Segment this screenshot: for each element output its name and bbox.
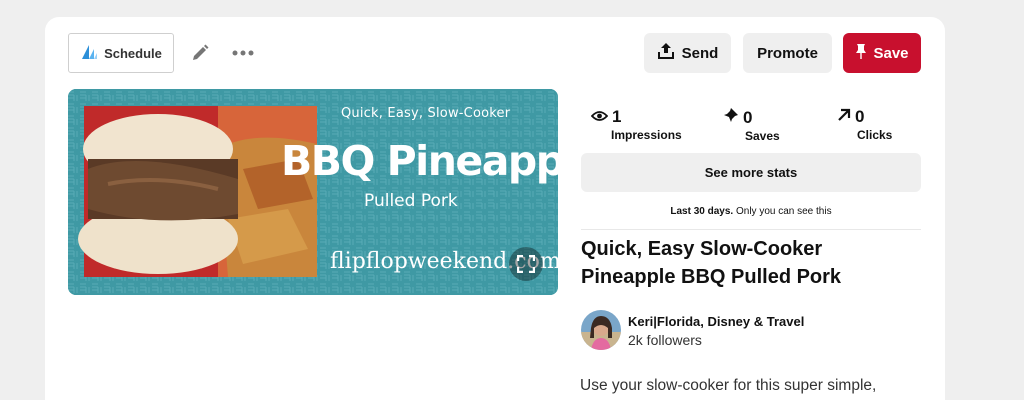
clicks-stat: 0 Clicks: [837, 107, 937, 142]
saves-stat: 0 Saves: [723, 107, 823, 143]
promote-label: Promote: [757, 44, 818, 62]
schedule-label: Schedule: [104, 45, 162, 61]
edit-pencil-icon[interactable]: [188, 41, 212, 65]
user-name[interactable]: Keri|Florida, Disney & Travel: [628, 314, 804, 329]
more-options-icon[interactable]: [229, 41, 257, 65]
divider: [581, 229, 921, 230]
promote-button[interactable]: Promote: [743, 33, 832, 73]
pin-card: Schedule Send Promote Save Quick, Easy, …: [45, 17, 945, 400]
saves-label: Saves: [745, 129, 780, 143]
impressions-label: Impressions: [611, 128, 682, 142]
pushpin-icon: [723, 107, 739, 128]
pin-title: Quick, Easy Slow-Cooker Pineapple BBQ Pu…: [581, 238, 842, 288]
share-upload-icon: [657, 42, 675, 64]
image-tagline: Pulled Pork: [364, 191, 458, 211]
saves-value: 0: [743, 107, 753, 127]
send-button[interactable]: Send: [644, 33, 731, 73]
eye-icon: [590, 107, 609, 127]
pin-description: Use your slow-cooker for this super simp…: [580, 377, 877, 394]
send-label: Send: [681, 44, 719, 62]
expand-icon[interactable]: [509, 247, 543, 281]
avatar[interactable]: [581, 310, 621, 350]
see-more-stats-button[interactable]: See more stats: [581, 153, 921, 192]
clicks-value: 0: [855, 107, 865, 126]
stats-privacy-note: Only you can see this: [733, 206, 832, 217]
follower-count: 2k followers: [628, 332, 702, 348]
pin-image[interactable]: Quick, Easy, Slow-Cooker BBQ Pineapple P…: [68, 89, 558, 295]
save-button[interactable]: Save: [843, 33, 921, 73]
clicks-label: Clicks: [857, 128, 893, 142]
pushpin-icon: [855, 43, 867, 63]
impressions-value: 1: [612, 107, 622, 126]
stats-range-note: Last 30 days. Only you can see this: [581, 206, 921, 217]
image-title: BBQ Pineapple: [281, 137, 558, 185]
arrow-up-right-icon: [837, 107, 851, 127]
schedule-logo-icon: [80, 43, 98, 64]
save-label: Save: [873, 44, 909, 62]
stats-range-period: Last 30 days.: [670, 206, 734, 217]
image-subtitle: Quick, Easy, Slow-Cooker: [341, 106, 511, 121]
schedule-button[interactable]: Schedule: [68, 33, 174, 73]
see-more-stats-label: See more stats: [704, 165, 798, 180]
impressions-stat: 1 Impressions: [590, 107, 691, 142]
